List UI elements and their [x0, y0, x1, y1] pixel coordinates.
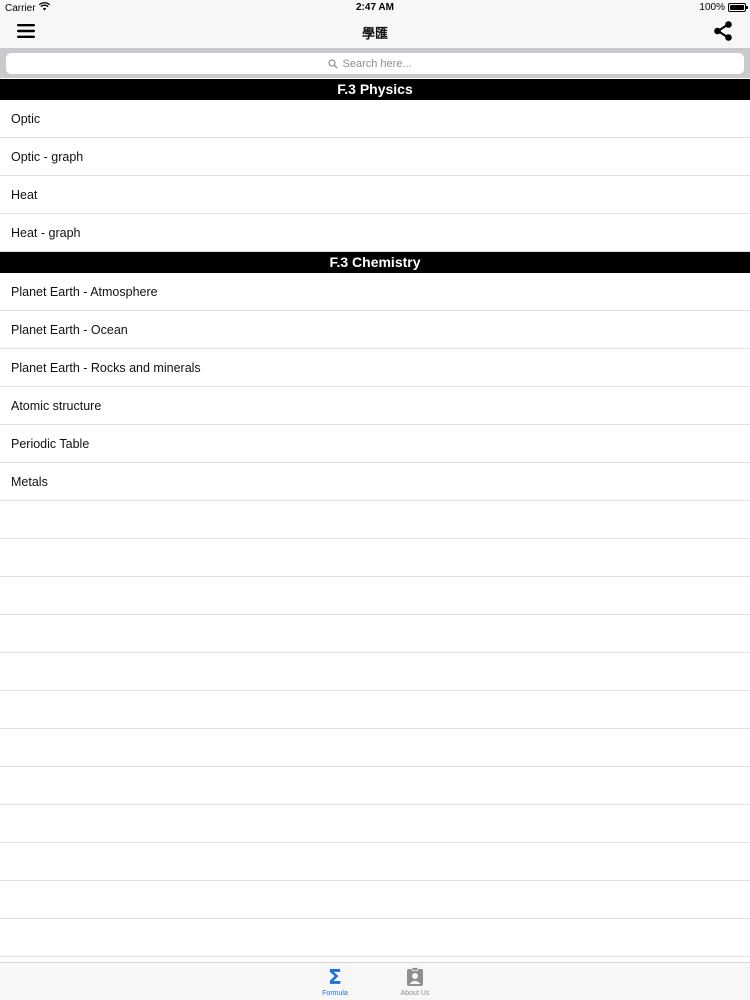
page-title: 學匯	[361, 26, 388, 41]
empty-row	[0, 881, 750, 919]
empty-row	[0, 843, 750, 881]
tab-formula-label: Formula	[322, 990, 348, 997]
empty-row	[0, 653, 750, 691]
empty-row	[0, 501, 750, 539]
status-time: 2:47 AM	[356, 2, 394, 13]
contact-card-icon	[385, 967, 445, 987]
app-window: Carrier 2:47 AM 100% 學匯 Search here... F…	[0, 0, 750, 1000]
search-box[interactable]	[6, 53, 744, 74]
list-item[interactable]: Heat	[0, 176, 750, 214]
list-item[interactable]: Periodic Table	[0, 425, 750, 463]
battery-icon	[728, 3, 748, 12]
empty-row	[0, 729, 750, 767]
empty-row	[0, 919, 750, 957]
tab-formula[interactable]: Σ Formula	[305, 967, 365, 997]
share-button[interactable]	[712, 20, 734, 42]
empty-row	[0, 691, 750, 729]
tab-bar: Σ Formula About Us	[0, 962, 750, 1000]
status-right: 100%	[699, 2, 748, 13]
search-input[interactable]	[342, 57, 423, 70]
list-item[interactable]: Optic	[0, 100, 750, 138]
list-item[interactable]: Planet Earth - Rocks and minerals	[0, 349, 750, 387]
section-header-physics: F.3 Physics	[0, 79, 750, 100]
list-item[interactable]: Metals	[0, 463, 750, 501]
search-bar	[0, 48, 750, 78]
empty-row	[0, 767, 750, 805]
list-item[interactable]: Optic - graph	[0, 138, 750, 176]
empty-row	[0, 805, 750, 843]
formula-list: F.3 Physics Optic Optic - graph Heat Hea…	[0, 79, 750, 957]
search-icon	[327, 58, 338, 69]
list-item[interactable]: Planet Earth - Ocean	[0, 311, 750, 349]
battery-percent: 100%	[699, 2, 725, 13]
empty-row	[0, 577, 750, 615]
battery-fill	[730, 5, 744, 10]
tab-about-us[interactable]: About Us	[385, 967, 445, 997]
share-icon	[714, 21, 732, 41]
list-item[interactable]: Heat - graph	[0, 214, 750, 252]
list-item[interactable]: Atomic structure	[0, 387, 750, 425]
list-item[interactable]: Planet Earth - Atmosphere	[0, 273, 750, 311]
status-bar: Carrier 2:47 AM 100%	[0, 0, 750, 14]
sigma-icon: Σ	[328, 965, 342, 989]
navigation-bar: 學匯	[0, 14, 750, 48]
empty-row	[0, 539, 750, 577]
tab-about-us-label: About Us	[400, 990, 430, 997]
empty-row	[0, 615, 750, 653]
section-header-chemistry: F.3 Chemistry	[0, 252, 750, 273]
